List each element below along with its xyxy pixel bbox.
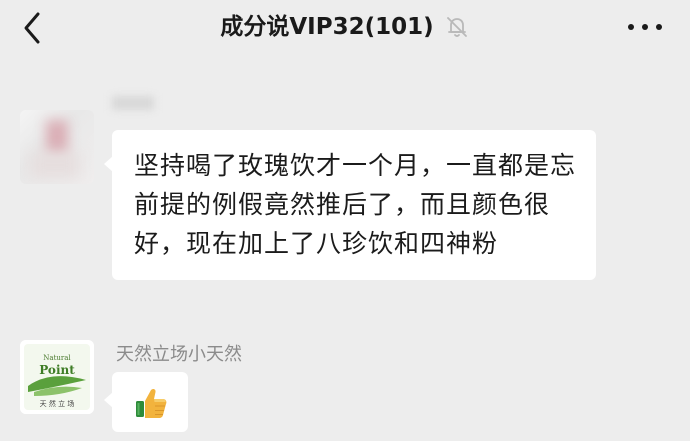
bell-off-icon bbox=[446, 17, 467, 37]
chat-title: 成分说VIP32(101) bbox=[220, 14, 434, 40]
blurred-sender-name bbox=[112, 96, 154, 110]
logo-text-main: Point bbox=[39, 363, 75, 377]
message-bubble[interactable] bbox=[104, 372, 188, 432]
blurred-avatar-detail bbox=[30, 152, 80, 178]
avatar[interactable] bbox=[20, 110, 94, 184]
logo-text-bottom: 天 然 立 场 bbox=[40, 399, 75, 408]
natural-point-logo-icon: Natural Point 天 然 立 场 bbox=[20, 340, 94, 414]
avatar[interactable]: Natural Point 天 然 立 场 bbox=[20, 340, 94, 414]
thumbs-up-emoji bbox=[136, 388, 167, 418]
chat-title-bar: 成分说VIP32(101) bbox=[0, 10, 690, 44]
message-bubble[interactable]: 坚持喝了玫瑰饮才一个月，一直都是忘前提的例假竟然推后了，而且颜色很好，现在加上了… bbox=[104, 130, 596, 280]
message-list: 坚持喝了玫瑰饮才一个月，一直都是忘前提的例假竟然推后了，而且颜色很好，现在加上了… bbox=[0, 56, 690, 441]
more-dots-icon[interactable] bbox=[624, 10, 666, 44]
sender-name: 天然立场小天然 bbox=[116, 344, 242, 365]
chat-header: 成分说VIP32(101) bbox=[0, 0, 690, 56]
blurred-avatar-detail bbox=[46, 120, 68, 156]
message-text: 坚持喝了玫瑰饮才一个月，一直都是忘前提的例假竟然推后了，而且颜色很好，现在加上了… bbox=[134, 151, 577, 258]
logo-text-top: Natural bbox=[43, 354, 71, 362]
